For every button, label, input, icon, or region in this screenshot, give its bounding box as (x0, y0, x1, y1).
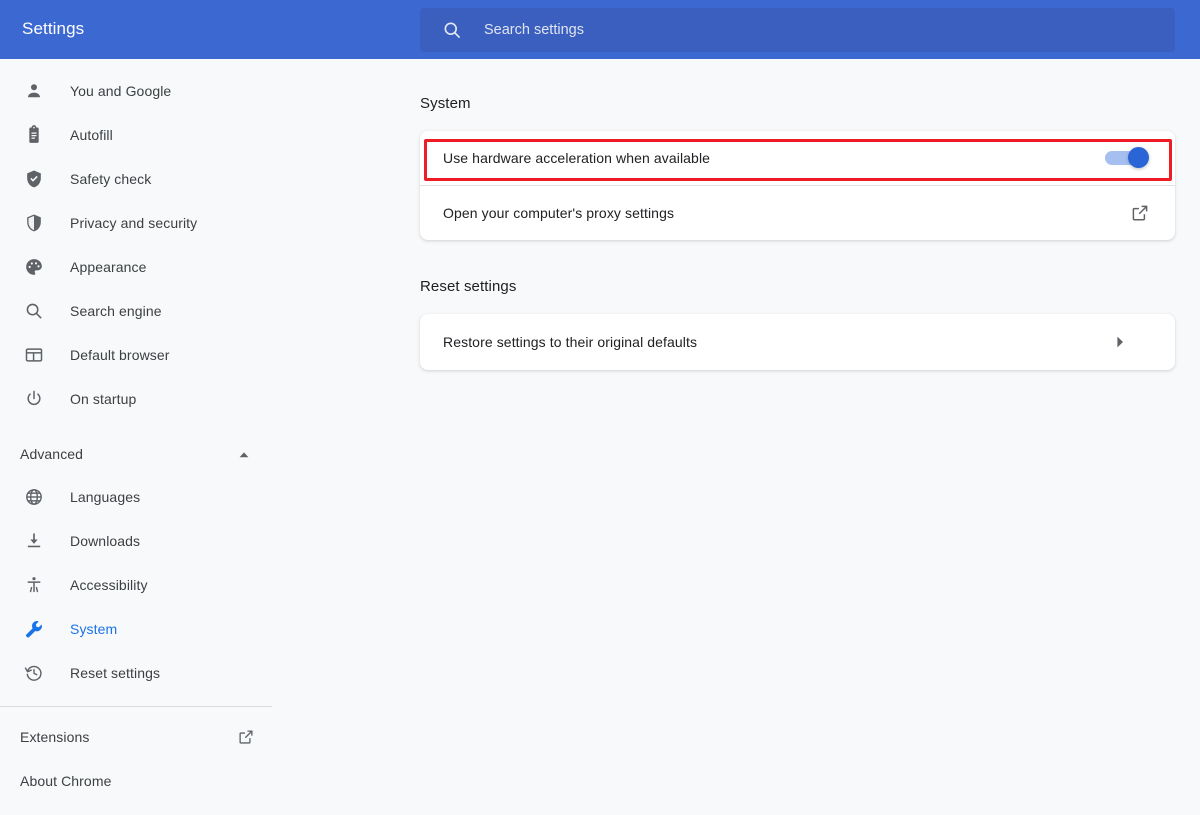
restore-defaults-label: Restore settings to their original defau… (443, 334, 698, 350)
accessibility-icon (24, 575, 44, 595)
sidebar-item-label: Reset settings (70, 665, 161, 681)
sidebar-item-about-chrome[interactable]: About Chrome (0, 759, 290, 803)
sidebar: You and Google Autofill Safety check Pri… (0, 59, 290, 815)
sidebar-item-downloads[interactable]: Downloads (0, 519, 290, 563)
sidebar-item-appearance[interactable]: Appearance (0, 245, 290, 289)
download-icon (24, 531, 44, 551)
sidebar-item-on-startup[interactable]: On startup (0, 377, 290, 421)
sidebar-item-safety-check[interactable]: Safety check (0, 157, 290, 201)
section-title-reset-settings: Reset settings (420, 278, 517, 295)
proxy-settings-row[interactable]: Open your computer's proxy settings (420, 186, 1175, 240)
person-icon (24, 81, 44, 101)
hardware-acceleration-toggle[interactable] (1105, 147, 1149, 168)
sidebar-item-label: Downloads (70, 533, 141, 549)
main-content: System Use hardware acceleration when av… (290, 59, 1200, 815)
sidebar-divider (0, 706, 272, 707)
sidebar-item-system[interactable]: System (0, 607, 290, 651)
sidebar-item-label: Search engine (70, 303, 162, 319)
sidebar-group-label: Advanced (20, 446, 84, 462)
search-placeholder: Search settings (484, 22, 584, 38)
browser-window-icon (24, 345, 44, 365)
section-title-system: System (420, 95, 471, 112)
sidebar-item-extensions[interactable]: Extensions (0, 715, 290, 759)
wrench-icon (24, 619, 44, 639)
restore-defaults-expand-button[interactable] (1115, 335, 1125, 349)
sidebar-item-label: Default browser (70, 347, 170, 363)
hardware-acceleration-label: Use hardware acceleration when available (443, 150, 711, 166)
sidebar-item-accessibility[interactable]: Accessibility (0, 563, 290, 607)
sidebar-item-label: Autofill (70, 127, 113, 143)
system-card: Use hardware acceleration when available… (420, 131, 1175, 240)
power-icon (24, 389, 44, 409)
sidebar-item-label: On startup (70, 391, 137, 407)
sidebar-footer-label: About Chrome (20, 773, 112, 789)
sidebar-item-search-engine[interactable]: Search engine (0, 289, 290, 333)
toggle-knob (1128, 147, 1149, 168)
hardware-acceleration-row[interactable]: Use hardware acceleration when available (420, 131, 1175, 185)
sidebar-item-label: Safety check (70, 171, 152, 187)
sidebar-item-privacy-and-security[interactable]: Privacy and security (0, 201, 290, 245)
proxy-settings-label: Open your computer's proxy settings (443, 205, 675, 221)
history-icon (24, 663, 44, 683)
globe-icon (24, 487, 44, 507)
sidebar-item-default-browser[interactable]: Default browser (0, 333, 290, 377)
sidebar-item-languages[interactable]: Languages (0, 475, 290, 519)
sidebar-item-reset-settings[interactable]: Reset settings (0, 651, 290, 695)
settings-header: Settings Search settings (0, 0, 1200, 59)
sidebar-item-you-and-google[interactable]: You and Google (0, 69, 290, 113)
shield-check-icon (24, 169, 44, 189)
sidebar-item-label: Appearance (70, 259, 147, 275)
search-icon (442, 20, 462, 40)
search-input[interactable]: Search settings (420, 8, 1175, 52)
page-title: Settings (22, 19, 85, 38)
sidebar-item-label: You and Google (70, 83, 172, 99)
sidebar-item-autofill[interactable]: Autofill (0, 113, 290, 157)
palette-icon (24, 257, 44, 277)
sidebar-item-label: System (70, 621, 118, 637)
shield-icon (24, 213, 44, 233)
sidebar-item-label: Privacy and security (70, 215, 198, 231)
magnifier-icon (24, 301, 44, 321)
sidebar-group-advanced[interactable]: Advanced (0, 433, 290, 475)
external-link-icon (238, 729, 254, 745)
sidebar-footer-label: Extensions (20, 729, 90, 745)
sidebar-item-label: Languages (70, 489, 141, 505)
reset-settings-card: Restore settings to their original defau… (420, 314, 1175, 370)
proxy-settings-open-button[interactable] (1131, 204, 1149, 222)
external-link-icon (1131, 204, 1149, 222)
clipboard-icon (24, 125, 44, 145)
chevron-right-icon (1115, 335, 1125, 349)
restore-defaults-row[interactable]: Restore settings to their original defau… (420, 314, 1175, 370)
chevron-up-icon (238, 448, 250, 460)
sidebar-item-label: Accessibility (70, 577, 148, 593)
